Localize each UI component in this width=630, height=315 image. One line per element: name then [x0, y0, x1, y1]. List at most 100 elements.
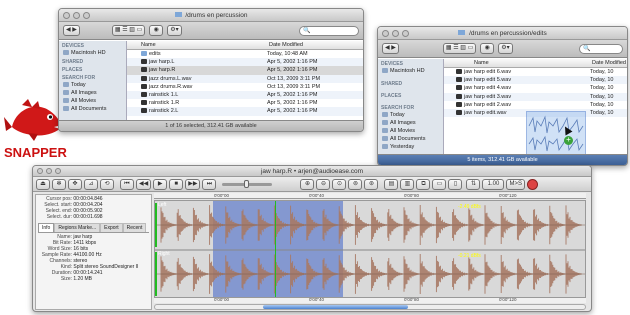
zoom-button[interactable] [402, 30, 409, 37]
rewind-to-start-button[interactable]: ⏮ [120, 178, 134, 190]
speed-value[interactable]: 1.00 [482, 178, 505, 190]
end-button[interactable]: ⏭ [202, 178, 217, 190]
zoom-full-icon[interactable]: ⊛ [364, 178, 379, 190]
waveform-svg[interactable] [155, 201, 586, 298]
close-button[interactable] [63, 12, 70, 19]
sidebar-item-today[interactable]: Today [59, 81, 126, 89]
zoom-fit-icon[interactable]: ⊚ [348, 178, 363, 190]
volume-slider-thumb[interactable] [244, 179, 250, 188]
file-row-selected[interactable]: jaw harp.R Apr 5, 2002 1:16 PM [127, 66, 363, 75]
save-button[interactable]: ▭ [432, 178, 447, 190]
volume-slider[interactable] [222, 179, 273, 188]
sidebar-item-yesterday[interactable]: Yesterday [378, 143, 443, 151]
copy-button[interactable]: ⧉ [416, 178, 431, 190]
close-button[interactable] [37, 168, 43, 174]
scrollbar-thumb[interactable] [263, 305, 408, 309]
clock-icon [63, 82, 69, 87]
file-row[interactable]: jaw harp edit 4.wav Today, 10 [444, 84, 627, 92]
loop-button[interactable]: ⟲ [100, 178, 114, 190]
ruler-tick-label: 0'00"120 [499, 297, 517, 302]
back-forward-button[interactable]: ◀ ▶ [382, 43, 399, 54]
quicklook-eye-icon[interactable]: ◉ [149, 25, 164, 36]
action-gear-icon[interactable]: ⚙▾ [167, 25, 182, 36]
sidebar-item-today[interactable]: Today [378, 111, 443, 119]
zoom-selection-icon[interactable]: ⊙ [332, 178, 347, 190]
play-button[interactable]: ▶ [153, 178, 168, 190]
sound-file-icon [141, 67, 147, 73]
eject-toggle-button[interactable]: ⏏ [36, 178, 50, 190]
file-row[interactable]: rainstick 1.R Apr 5, 2002 1:16 PM [127, 99, 363, 107]
tab-export[interactable]: Export [100, 223, 123, 232]
sidebar-item-all-movies[interactable]: All Movies [378, 127, 443, 135]
column-name[interactable]: Name [127, 41, 267, 49]
marker-button[interactable]: ▤ [384, 178, 399, 190]
zoom-button[interactable] [83, 12, 90, 19]
file-row[interactable]: jazz drums.R.wav Oct 13, 2009 3:11 PM [127, 83, 363, 91]
minimize-button[interactable] [392, 30, 399, 37]
view-mode-buttons[interactable]: ▦ ☰ ▥ ▭ [111, 25, 146, 36]
file-row[interactable]: jazz drums.L.wav Oct 13, 2009 3:11 PM [127, 74, 363, 83]
action-gear-icon[interactable]: ⚙▾ [498, 43, 513, 54]
file-row[interactable]: jaw harp.L Apr 5, 2002 1:16 PM [127, 58, 363, 67]
sidebar-header-devices: DEVICES [62, 43, 84, 49]
column-date-modified[interactable]: Date Modified [590, 59, 626, 67]
ruler-tick-label: 0'00"00 [214, 297, 229, 302]
sidebar-item-all-documents[interactable]: All Documents [59, 105, 126, 113]
minimize-button[interactable] [46, 168, 52, 174]
zoom-out-icon[interactable]: ⊖ [316, 178, 331, 190]
mid-side-button[interactable]: M>S [506, 178, 525, 190]
column-date-modified[interactable]: Date Modified [267, 41, 303, 49]
sidebar-item-all-movies[interactable]: All Movies [59, 97, 126, 105]
file-row[interactable]: jaw harp edit 2.wav Today, 10 [444, 101, 627, 109]
sound-file-icon [456, 85, 462, 91]
sidebar-item-all-images[interactable]: All Images [59, 89, 126, 97]
sidebar-item-macintosh-hd[interactable]: Macintosh HD [59, 49, 126, 57]
back-forward-button[interactable]: ◀ ▶ [63, 25, 80, 36]
sound-file-icon [141, 91, 147, 97]
finder-titlebar: /drums en percussion/edits [378, 27, 627, 40]
forward-button[interactable]: ▶▶ [185, 178, 201, 190]
stop-record-icon[interactable] [526, 178, 538, 190]
waveform-display[interactable]: Left Right -2.49 dBfs -0.21 dBfs [154, 200, 586, 298]
sidebar-item-macintosh-hd[interactable]: Macintosh HD [378, 67, 443, 75]
close-button[interactable] [382, 30, 389, 37]
tab-info[interactable]: Info [38, 223, 55, 232]
view-mode-buttons[interactable]: ▦ ☰ ▥ ▭ [442, 43, 477, 54]
file-row[interactable]: rainstick 2.L Apr 5, 2002 1:16 PM [127, 107, 363, 116]
tab-regions-markers[interactable]: Regions Marke... [54, 223, 101, 232]
column-name[interactable]: Name [444, 59, 590, 67]
region-button[interactable]: ▥ [400, 178, 415, 190]
tab-recent[interactable]: Recent [122, 223, 147, 232]
hard-drive-icon [63, 50, 69, 55]
file-row[interactable]: edits Today, 10:48 AM [127, 50, 363, 58]
rewind-button[interactable]: ◀◀ [136, 178, 152, 190]
add-copy-plus-icon: + [564, 136, 573, 145]
file-row[interactable]: jaw harp edit 6.wav Today, 10 [444, 68, 627, 76]
stop-button[interactable]: ■ [169, 178, 184, 190]
horizontal-scrollbar[interactable] [154, 304, 586, 310]
speed-icon[interactable]: ⇅ [466, 178, 481, 190]
search-input[interactable]: 🔍 [579, 43, 623, 54]
logo-text: SNAPPER [4, 145, 67, 160]
sound-file-icon [456, 77, 462, 83]
search-input[interactable]: 🔍 [299, 25, 359, 36]
peak-level-left: -2.49 dBfs [458, 204, 481, 210]
pan-button[interactable]: ✥ [68, 178, 82, 190]
file-row[interactable]: jaw harp edit 3.wav Today, 10 [444, 92, 627, 101]
meta-row: Size: 1.20 MB [60, 276, 93, 282]
fade-button[interactable]: ⊿ [84, 178, 98, 190]
quicklook-eye-icon[interactable]: ◉ [480, 43, 495, 54]
snowflake-button[interactable]: ✻ [52, 178, 66, 190]
file-row[interactable]: jaw harp edit 5.wav Today, 10 [444, 76, 627, 85]
timeline-ruler-top[interactable]: 0'00"00 0'00"40 0'00"80 0'00"120 [154, 193, 586, 199]
zoom-in-icon[interactable]: ⊕ [300, 178, 315, 190]
sidebar-item-all-documents[interactable]: All Documents [378, 135, 443, 143]
minimize-button[interactable] [73, 12, 80, 19]
export-button[interactable]: ▯ [448, 178, 463, 190]
finder-sidebar: DEVICES Macintosh HD SHARED PLACES SEARC… [59, 41, 127, 121]
clock-icon [382, 144, 388, 149]
sidebar-item-all-images[interactable]: All Images [378, 119, 443, 127]
file-row[interactable]: rainstick 1.L Apr 5, 2002 1:16 PM [127, 90, 363, 100]
timeline-ruler-bottom[interactable]: 0'00"00 0'00"40 0'00"80 0'00"120 [154, 297, 586, 303]
zoom-button[interactable] [55, 168, 61, 174]
